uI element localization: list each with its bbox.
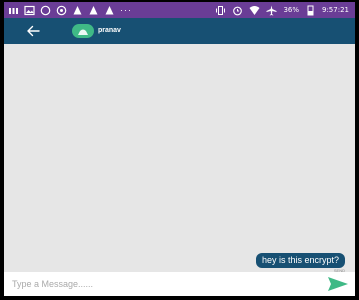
notification-icon	[104, 5, 115, 16]
status-bar: ··· 36% 9:57:21	[4, 2, 355, 18]
app-icon	[8, 5, 19, 16]
image-icon	[24, 5, 35, 16]
message-list[interactable]: hey is this encrypt? SEND	[4, 44, 355, 273]
whatsapp-icon	[40, 5, 51, 16]
contact-avatar[interactable]	[72, 24, 94, 38]
back-arrow-icon[interactable]	[26, 24, 40, 38]
contact-name[interactable]: pranav	[98, 25, 121, 37]
phone-screen: ··· 36% 9:57:21 pranav hey is this encry…	[4, 2, 355, 296]
status-time: 9:57:21	[322, 6, 349, 14]
airplane-icon	[266, 5, 277, 16]
outgoing-message-bubble[interactable]: hey is this encrypt?	[255, 253, 345, 268]
whatsapp-icon	[56, 5, 67, 16]
alarm-icon	[232, 5, 243, 16]
message-input[interactable]	[12, 277, 302, 291]
notification-icon	[88, 5, 99, 16]
chat-header: pranav	[4, 18, 355, 44]
send-icon[interactable]	[327, 275, 349, 293]
device-frame: ··· 36% 9:57:21 pranav hey is this encry…	[0, 0, 359, 300]
message-composer	[4, 272, 355, 296]
vibrate-icon	[215, 5, 226, 16]
more-notifications-indicator: ···	[120, 5, 132, 15]
battery-percent: 36%	[283, 6, 299, 14]
status-left-icons: ···	[8, 4, 132, 16]
battery-icon	[305, 5, 316, 16]
wifi-icon	[249, 5, 260, 16]
status-right-icons: 36% 9:57:21	[215, 4, 349, 16]
notification-icon	[72, 5, 83, 16]
